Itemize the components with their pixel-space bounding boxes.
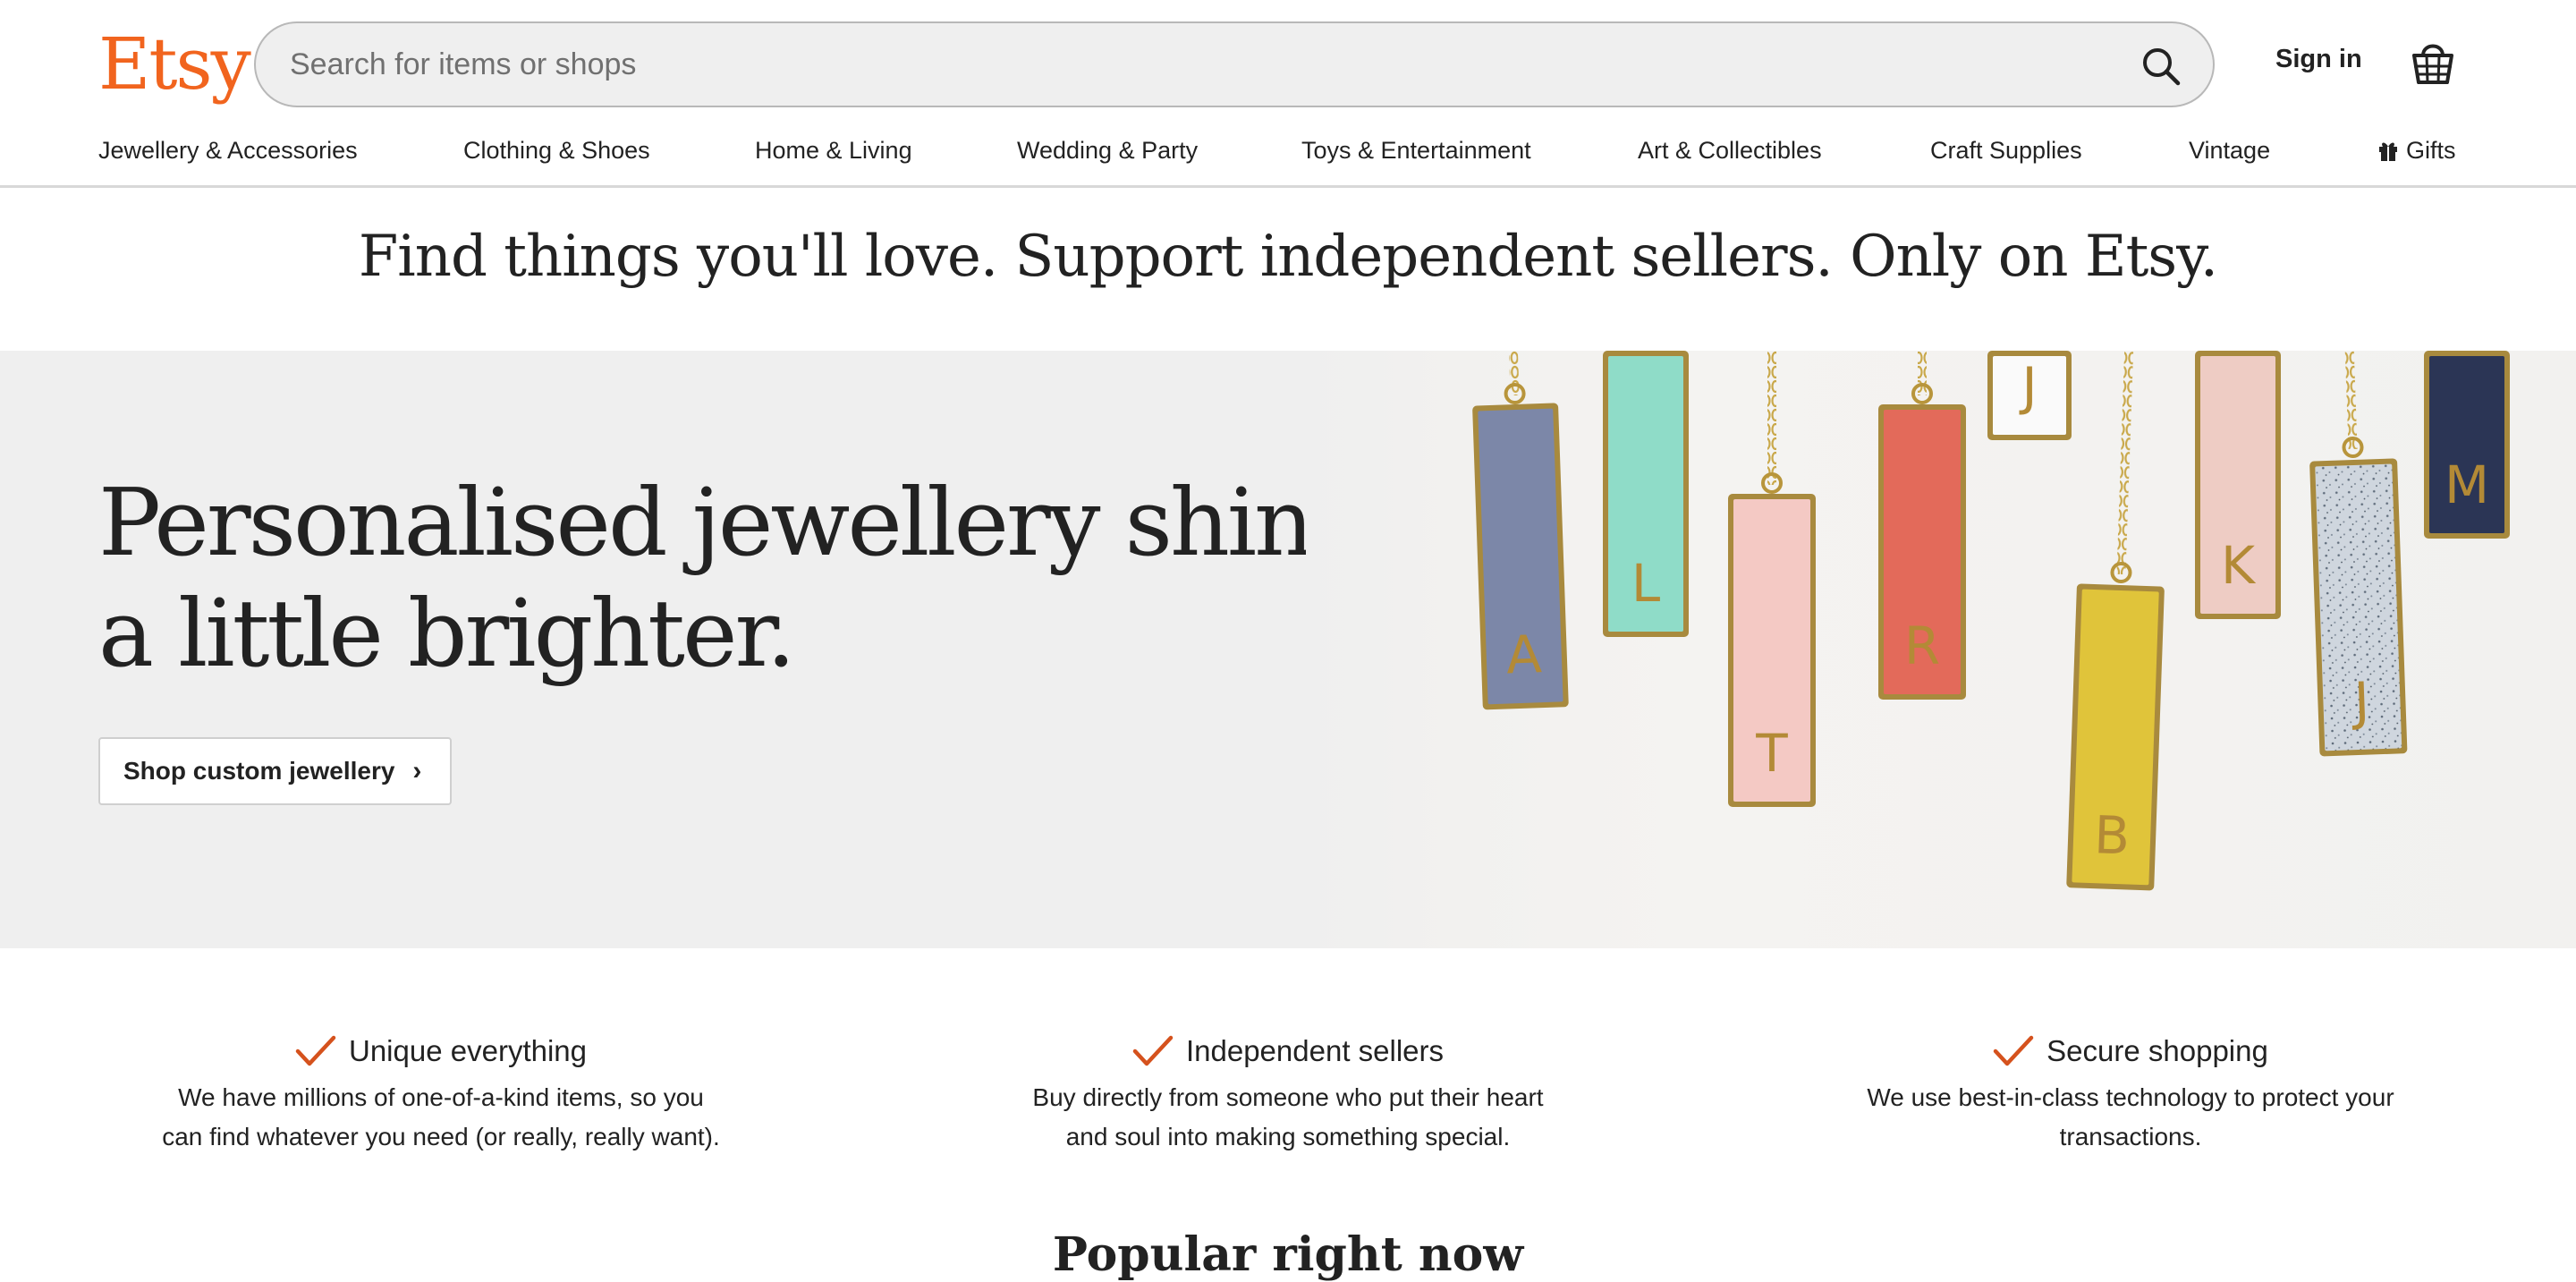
hero-banner: Personalised jewellery shines a little b…: [0, 351, 2576, 948]
nav-gifts-label: Gifts: [2406, 136, 2456, 164]
nav-wedding-party[interactable]: Wedding & Party: [1017, 132, 1198, 168]
hero-title: Personalised jewellery shines a little b…: [98, 467, 1411, 689]
chevron-right-icon: ›: [412, 756, 422, 785]
value-prop-desc-line-1: We have millions of one-of-a-kind items,…: [178, 1083, 704, 1111]
value-propositions: Unique everything We have millions of on…: [0, 1024, 2576, 1185]
cart-button[interactable]: [2410, 36, 2456, 89]
pendant-letter: K: [2221, 535, 2257, 596]
value-prop-title: Unique everything: [349, 1034, 587, 1067]
pendant-letter: R: [1904, 616, 1940, 676]
value-prop-desc-line-1: Buy directly from someone who put their …: [1032, 1083, 1544, 1111]
next-section-heading: Popular right now: [1052, 1227, 1524, 1282]
shop-custom-jewellery-button[interactable]: Shop custom jewellery ›: [98, 737, 453, 805]
nav-clothing-shoes[interactable]: Clothing & Shoes: [463, 132, 650, 168]
nav-jewellery-accessories[interactable]: Jewellery & Accessories: [98, 132, 358, 168]
value-prop-desc-line-1: We use best-in-class technology to prote…: [1867, 1083, 2394, 1111]
hero-title-line-2: a little brighter.: [98, 579, 796, 688]
gift-icon: [2379, 142, 2397, 161]
nav-vintage[interactable]: Vintage: [2189, 132, 2270, 168]
pendant: K: [2195, 351, 2281, 619]
site-header: Etsy Sign in Jewellery & Accessories Clo…: [0, 0, 2576, 188]
nav-toys-entertainment[interactable]: Toys & Entertainment: [1301, 132, 1531, 168]
checkmark-icon: [1132, 1035, 1174, 1066]
checkmark-icon: [1993, 1035, 2034, 1066]
value-prop-title: Secure shopping: [2046, 1034, 2268, 1067]
search-bar[interactable]: [254, 21, 2215, 107]
nav-gifts[interactable]: Gifts: [2377, 132, 2456, 168]
pendant: L: [1603, 351, 1689, 637]
pendant: A: [1472, 351, 1569, 710]
pendant-letter: T: [1755, 723, 1788, 784]
search-input[interactable]: [288, 23, 2059, 106]
pendant: T: [1728, 351, 1816, 807]
basket-icon: [2412, 44, 2453, 84]
pendant-letter: M: [2445, 454, 2489, 515]
pendant: J: [2309, 351, 2408, 757]
pendant: R: [1878, 351, 1966, 700]
nav-craft-supplies[interactable]: Craft Supplies: [1930, 132, 2082, 168]
nav-art-collectibles[interactable]: Art & Collectibles: [1638, 132, 1822, 168]
value-prop-desc-line-2: transactions.: [2059, 1123, 2202, 1150]
hero-image-pendants: ALTRJBKJM: [1306, 351, 2576, 948]
checkmark-icon: [295, 1035, 336, 1066]
site-tagline: Find things you'll love. Support indepen…: [358, 224, 2218, 290]
value-prop-unique: Unique everything We have millions of on…: [74, 1024, 808, 1157]
etsy-logo[interactable]: Etsy: [98, 20, 251, 109]
pendant-group: ALTRJBKJM: [1472, 351, 2510, 891]
pendant-letter: J: [2019, 356, 2037, 417]
value-prop-secure: Secure shopping We use best-in-class tec…: [1764, 1024, 2497, 1157]
search-button[interactable]: [2134, 39, 2188, 93]
pendant: B: [2066, 351, 2165, 891]
pendant-letter: A: [1505, 624, 1543, 685]
nav-home-living[interactable]: Home & Living: [755, 132, 912, 168]
pendant-letter: B: [2093, 804, 2131, 866]
sign-in-link[interactable]: Sign in: [2275, 45, 2362, 74]
value-prop-desc-line-2: can find whatever you need (or really, r…: [162, 1123, 720, 1150]
shop-custom-jewellery-label: Shop custom jewellery: [123, 757, 395, 785]
value-prop-title: Independent sellers: [1185, 1034, 1445, 1067]
pendant: M: [2424, 351, 2510, 539]
pendant-letter: L: [1631, 553, 1660, 614]
value-prop-independent: Independent sellers Buy directly from so…: [921, 1024, 1655, 1157]
search-icon: [2143, 48, 2181, 86]
value-prop-desc-line-2: and soul into making something special.: [1065, 1123, 1511, 1150]
hero-title-line-1: Personalised jewellery shines: [98, 468, 1411, 577]
category-nav: Jewellery & Accessories Clothing & Shoes…: [0, 132, 2576, 174]
pendant-necklaces-image: ALTRJBKJM: [1472, 351, 2510, 891]
pendant: J: [1987, 351, 2072, 440]
